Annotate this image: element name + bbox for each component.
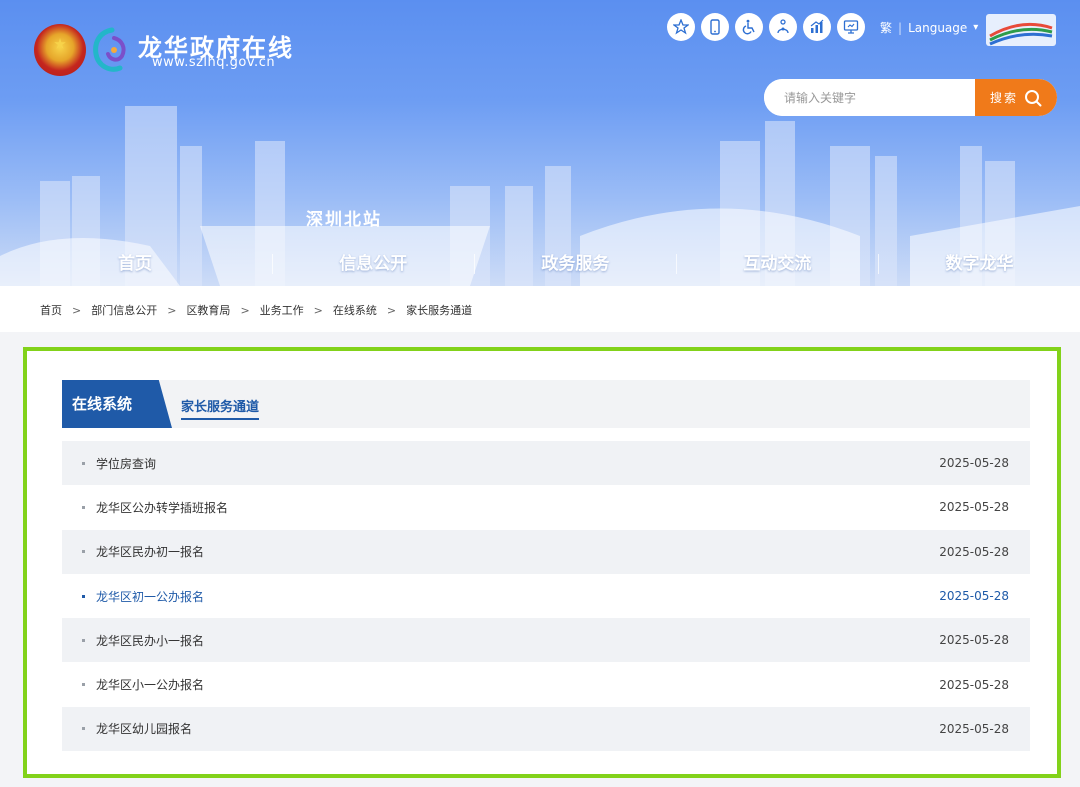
list-item-date: 2025-05-28: [939, 544, 1009, 559]
bullet-icon: [82, 461, 85, 465]
list-item-date: 2025-05-28: [939, 677, 1009, 692]
list-item-date: 2025-05-28: [939, 721, 1009, 736]
station-label: 深圳北站: [306, 210, 382, 230]
list-item[interactable]: 龙华区民办小一报名 2025-05-28: [62, 618, 1030, 663]
language-selector[interactable]: Language: [908, 21, 967, 35]
divider: |: [898, 20, 903, 35]
list-item-date: 2025-05-28: [939, 500, 1009, 515]
list-item[interactable]: 学位房查询 2025-05-28: [62, 441, 1030, 486]
list-item-title[interactable]: 龙华区幼儿园报名: [96, 720, 192, 737]
search-icon: [1025, 89, 1042, 106]
longhua-logo-icon: [93, 27, 126, 72]
breadcrumb-item[interactable]: 在线系统: [333, 302, 377, 318]
breadcrumb-separator: >: [240, 303, 250, 317]
list-item-left: 龙华区幼儿园报名: [82, 720, 192, 737]
breadcrumb-item-current[interactable]: 家长服务通道: [406, 302, 472, 318]
list-item-hovered[interactable]: 龙华区初一公办报名 2025-05-28: [62, 574, 1030, 618]
list-item[interactable]: 龙华区小一公办报名 2025-05-28: [62, 662, 1030, 706]
nav-home[interactable]: 首页: [34, 248, 272, 280]
breadcrumb-separator: >: [313, 303, 323, 317]
bullet-icon: [82, 683, 85, 687]
list-item[interactable]: 龙华区幼儿园报名 2025-05-28: [62, 706, 1030, 752]
list-item-title[interactable]: 学位房查询: [96, 455, 156, 472]
list-item-title[interactable]: 龙华区小一公办报名: [96, 676, 204, 693]
breadcrumb-item[interactable]: 部门信息公开: [91, 302, 157, 318]
language-bar: 繁 | Language ▾: [880, 19, 978, 36]
accessible-service-icon[interactable]: [667, 13, 695, 41]
list-item-left: 龙华区初一公办报名: [82, 588, 204, 605]
bullet-icon: [82, 550, 85, 554]
chevron-down-icon[interactable]: ▾: [973, 22, 978, 33]
nav-digital-longhua[interactable]: 数字龙华: [879, 248, 1080, 280]
bullet-icon: [82, 727, 85, 731]
breadcrumb-item[interactable]: 业务工作: [260, 302, 304, 318]
elderly-mode-icon[interactable]: [769, 13, 797, 41]
breadcrumb: 首页 > 部门信息公开 > 区教育局 > 业务工作 > 在线系统 > 家长服务通…: [40, 302, 472, 318]
site-url: www.szlhq.gov.cn: [152, 55, 276, 70]
list-item-title[interactable]: 龙华区初一公办报名: [96, 588, 204, 605]
main-nav: 首页 信息公开 政务服务 互动交流 数字龙华: [0, 248, 1080, 280]
statistics-icon[interactable]: [803, 13, 831, 41]
nav-interaction[interactable]: 互动交流: [677, 248, 878, 280]
mobile-icon[interactable]: [701, 13, 729, 41]
screen-display-icon[interactable]: [837, 13, 865, 41]
list-item-title[interactable]: 龙华区公办转学插班报名: [96, 499, 228, 516]
list-item-title[interactable]: 龙华区民办初一报名: [96, 543, 204, 560]
list-item-left: 龙华区小一公办报名: [82, 676, 204, 693]
list-item-left: 龙华区公办转学插班报名: [82, 499, 228, 516]
national-emblem-icon: [34, 24, 86, 76]
toolbar-icons: [667, 13, 865, 41]
breadcrumb-separator: >: [72, 303, 82, 317]
traditional-chinese-link[interactable]: 繁: [880, 19, 892, 36]
breadcrumb-separator: >: [386, 303, 397, 317]
list-item-date: 2025-05-28: [939, 589, 1009, 604]
list-item-left: 学位房查询: [82, 455, 156, 472]
list-item-date: 2025-05-28: [939, 633, 1009, 648]
list-item-date: 2025-05-28: [939, 456, 1009, 471]
list-item[interactable]: 龙华区民办初一报名 2025-05-28: [62, 529, 1030, 574]
bullet-icon: [82, 594, 85, 598]
service-list: 学位房查询 2025-05-28 龙华区公办转学插班报名 2025-05-28 …: [62, 441, 1030, 752]
list-item-left: 龙华区民办初一报名: [82, 543, 204, 560]
site-header: 龙华政府在线 www.szlhq.gov.cn 繁 | Language ▾ 请…: [0, 0, 1080, 286]
search-button-label: 搜索: [989, 91, 1018, 105]
bullet-icon: [82, 638, 85, 642]
tab-parent-service-channel[interactable]: 家长服务通道: [181, 396, 260, 420]
nav-info-disclosure[interactable]: 信息公开: [273, 248, 474, 280]
search-input[interactable]: [764, 79, 975, 116]
nav-government-services[interactable]: 政务服务: [475, 248, 676, 280]
breadcrumb-separator: >: [167, 303, 177, 317]
list-item[interactable]: 龙华区公办转学插班报名 2025-05-28: [62, 485, 1030, 529]
breadcrumb-item[interactable]: 首页: [40, 302, 62, 318]
breadcrumb-item[interactable]: 区教育局: [186, 302, 230, 318]
bullet-icon: [82, 505, 85, 509]
list-item-title[interactable]: 龙华区民办小一报名: [96, 632, 204, 649]
wheelchair-icon[interactable]: [735, 13, 763, 41]
search-button[interactable]: 搜索: [975, 79, 1057, 116]
search-box: 搜索: [764, 79, 1057, 116]
tab-online-system[interactable]: 在线系统: [62, 380, 172, 428]
shenzhen-gov-logo-icon[interactable]: [986, 14, 1056, 46]
list-item-left: 龙华区民办小一报名: [82, 632, 204, 649]
